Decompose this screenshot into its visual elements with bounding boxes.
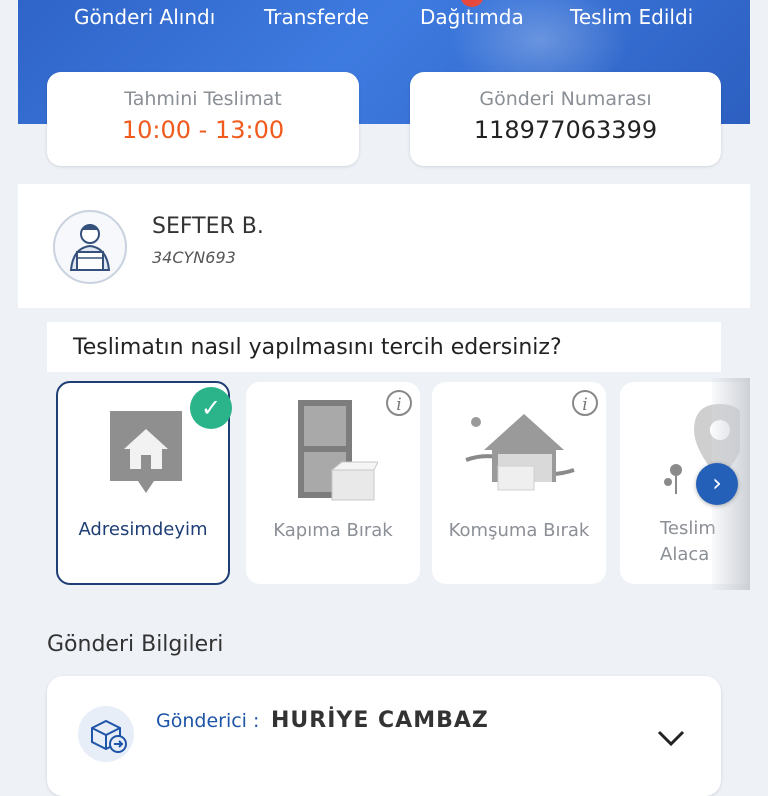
option-label-line1: Teslim [660,518,716,539]
home-icon [110,411,182,493]
current-step-indicator [460,0,484,7]
option-label: Teslim Alaca [660,516,720,568]
selected-check-icon: ✓ [190,387,232,429]
step-in-transfer: Transferde [264,5,370,29]
door-icon [298,400,378,501]
estimated-delivery-card: Tahmini Teslimat 10:00 - 13:00 [47,72,359,166]
sender-name: HURİYE CAMBAZ [271,708,489,733]
eta-label: Tahmini Teslimat [124,88,282,110]
delivery-preference-question: Teslimatın nasıl yapılmasını tercih eder… [47,322,721,372]
neighbor-house-icon [465,414,575,491]
shipment-number-label: Gönderi Numarası [479,88,652,110]
step-received: Gönderi Alındı [74,5,216,29]
chevron-right-icon[interactable]: › [696,463,738,505]
info-icon[interactable]: i [572,390,598,416]
courier-plate: 34CYN693 [152,248,236,267]
sender-label: Gönderici : [156,710,260,732]
option-leave-with-neighbor[interactable]: i Komşuma Bırak [432,382,606,584]
option-label: Komşuma Bırak [448,520,590,541]
courier-name: SEFTER B. [152,214,264,239]
shipment-number-card: Gönderi Numarası 118977063399 [410,72,721,166]
shipment-info-title: Gönderi Bilgileri [47,632,224,657]
step-delivered: Teslim Edildi [570,5,694,29]
shipment-number-value: 118977063399 [473,116,658,144]
eta-value: 10:00 - 13:00 [121,116,285,144]
option-label-line2: Alaca [660,544,710,565]
package-send-icon [78,706,134,762]
courier-icon [69,224,111,271]
sender-card[interactable]: Gönderici : HURİYE CAMBAZ [47,676,721,796]
option-at-my-address[interactable]: ✓ Adresimdeyim [56,381,232,585]
info-icon[interactable]: i [386,390,412,416]
status-steps: Gönderi Alındı Transferde Dağıtımda Tesl… [18,0,750,35]
courier-section: SEFTER B. 34CYN693 [18,184,750,308]
option-leave-at-door[interactable]: i Kapıma Bırak [246,382,420,584]
courier-avatar [53,210,127,284]
option-label: Adresimdeyim [78,519,208,540]
step-out-for-delivery: Dağıtımda [420,5,524,29]
option-label: Kapıma Bırak [273,520,393,541]
chevron-down-icon[interactable] [655,726,687,750]
